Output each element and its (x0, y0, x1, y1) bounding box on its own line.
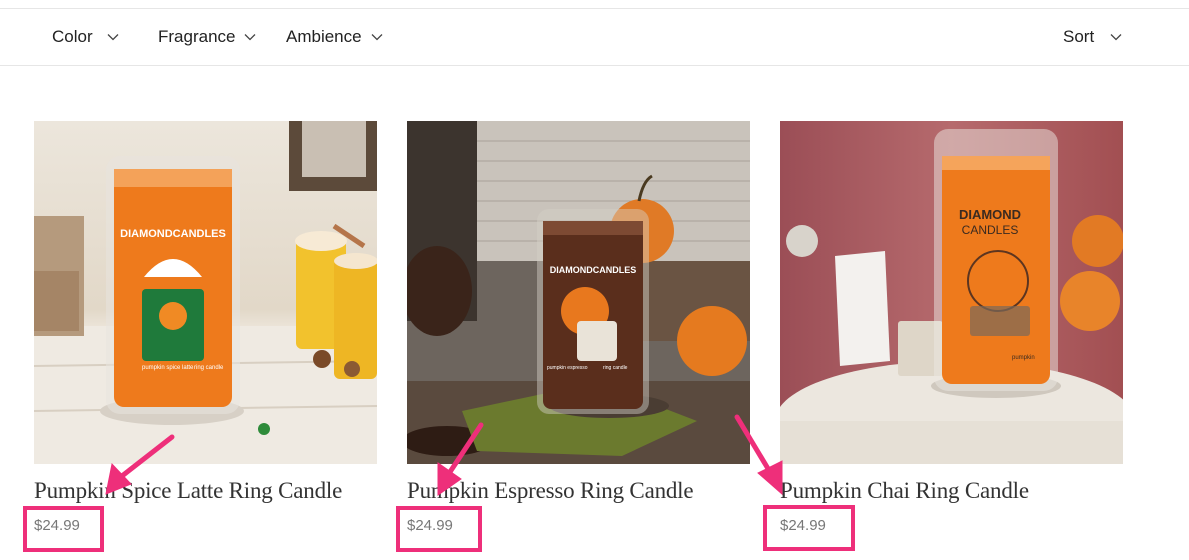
jar-brand-text-line2: CANDLES (962, 223, 1019, 237)
product-card[interactable]: DIAMONDCANDLES pumpkin espresso ring can… (407, 121, 750, 534)
arrow-head-icon (757, 460, 783, 496)
product-card[interactable]: DIAMOND CANDLES pumpkin Pumpkin Chai Rin… (780, 121, 1123, 534)
price-highlight-box (23, 506, 104, 552)
jar-brand-text-line1: DIAMOND (959, 207, 1021, 222)
product-title[interactable]: Pumpkin Espresso Ring Candle (407, 478, 694, 504)
sort-dropdown[interactable]: Sort (1063, 9, 1122, 65)
fragrance-filter-dropdown[interactable]: Fragrance (158, 9, 256, 65)
jar-caption-text: pumpkin (1012, 355, 1035, 361)
product-image[interactable]: DIAMONDCANDLES pumpkin spice latte ring … (34, 121, 377, 464)
price-highlight-box (396, 506, 482, 552)
jar-caption-text: pumpkin espresso (547, 365, 588, 371)
chevron-down-icon (1110, 34, 1122, 41)
chevron-down-icon (107, 34, 119, 41)
product-image[interactable]: DIAMONDCANDLES pumpkin espresso ring can… (407, 121, 750, 464)
chevron-down-icon (245, 34, 256, 41)
jar-type-text: ring candle (603, 365, 628, 371)
fragrance-filter-label: Fragrance (158, 27, 236, 46)
jar-type-text: ring candle (194, 365, 224, 371)
filter-bar: Color Fragrance Ambience Sort (0, 9, 1189, 66)
product-title[interactable]: Pumpkin Chai Ring Candle (780, 478, 1029, 504)
product-image[interactable]: DIAMOND CANDLES pumpkin (780, 121, 1123, 464)
jar-caption-text: pumpkin spice latte (142, 365, 194, 371)
ambience-filter-label: Ambience (286, 27, 362, 46)
chevron-down-icon (371, 34, 383, 41)
jar-brand-text: DIAMONDCANDLES (550, 265, 637, 275)
product-card[interactable]: DIAMONDCANDLES pumpkin spice latte ring … (34, 121, 377, 534)
price-highlight-box (763, 505, 855, 551)
jar-brand-text: DIAMONDCANDLES (120, 228, 226, 240)
color-filter-label: Color (52, 27, 93, 46)
color-filter-dropdown[interactable]: Color (52, 9, 119, 65)
product-title[interactable]: Pumpkin Spice Latte Ring Candle (34, 478, 342, 504)
sort-label: Sort (1063, 27, 1095, 46)
ambience-filter-dropdown[interactable]: Ambience (286, 9, 383, 65)
